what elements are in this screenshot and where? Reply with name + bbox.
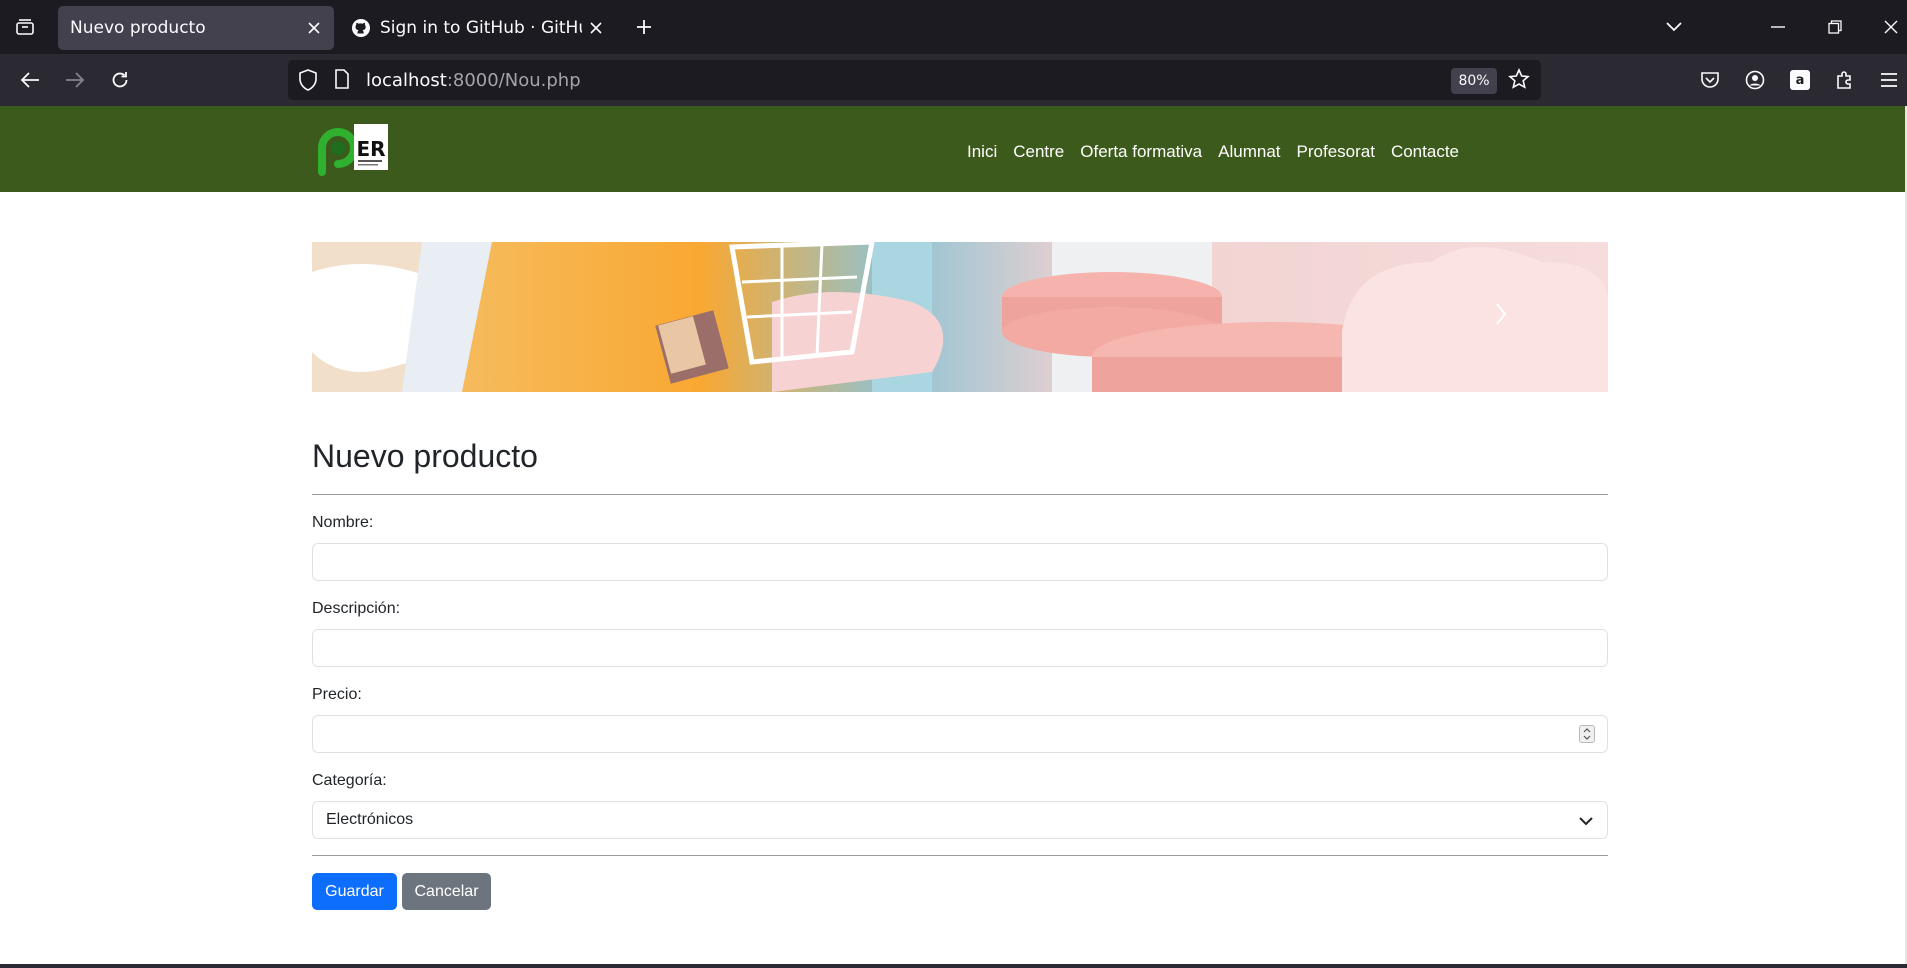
- address-bar[interactable]: localhost:8000/Nou.php 80%: [288, 60, 1541, 100]
- nav-oferta-formativa[interactable]: Oferta formativa: [1080, 142, 1202, 162]
- close-window-icon[interactable]: [1869, 10, 1907, 44]
- zoom-indicator[interactable]: 80%: [1451, 68, 1497, 94]
- minimize-icon[interactable]: [1756, 10, 1800, 44]
- descripcion-input[interactable]: [312, 629, 1608, 667]
- tab-list-icon[interactable]: [8, 11, 42, 43]
- bookmark-star-icon[interactable]: [1508, 68, 1530, 95]
- tab-nuevo-producto[interactable]: Nuevo producto: [58, 6, 334, 50]
- url-text[interactable]: localhost:8000/Nou.php: [366, 70, 581, 91]
- descripcion-label: Descripción:: [312, 600, 401, 617]
- categoria-select[interactable]: Electrónicos: [312, 801, 1608, 839]
- form-divider: [312, 855, 1608, 856]
- logo-text: ER: [356, 137, 385, 161]
- hamburger-menu-icon[interactable]: [1871, 62, 1907, 98]
- nombre-input[interactable]: [312, 543, 1608, 581]
- nav-inici[interactable]: Inici: [967, 142, 997, 162]
- nav-alumnat[interactable]: Alumnat: [1218, 142, 1280, 162]
- precio-input[interactable]: [312, 715, 1608, 753]
- url-path: :8000/Nou.php: [446, 70, 581, 91]
- back-arrow-icon[interactable]: [12, 62, 48, 98]
- tab-title: Nuevo producto: [70, 18, 206, 38]
- site-header: ER Inici Centre Oferta formativa Alumnat…: [0, 106, 1905, 192]
- tab-github[interactable]: Sign in to GitHub · GitHub: [340, 6, 616, 50]
- tab-title: Sign in to GitHub · GitHub: [380, 18, 582, 38]
- nav-centre[interactable]: Centre: [1013, 142, 1064, 162]
- chevron-down-icon: [1579, 813, 1593, 831]
- cancel-button[interactable]: Cancelar: [402, 873, 491, 910]
- window-bottom-edge: [0, 964, 1907, 968]
- close-tab-icon[interactable]: [300, 14, 328, 42]
- amazon-extension-icon[interactable]: a: [1782, 62, 1818, 98]
- url-host: localhost: [366, 70, 447, 91]
- reload-icon[interactable]: [102, 62, 138, 98]
- browser-tab-bar: Nuevo producto Sign in to GitHub · GitHu…: [0, 0, 1907, 54]
- forward-arrow-icon[interactable]: [57, 62, 93, 98]
- number-spinner-icon[interactable]: [1579, 725, 1595, 743]
- banner-image: [312, 242, 1608, 392]
- pocket-icon[interactable]: [1692, 62, 1728, 98]
- precio-label: Precio:: [312, 686, 362, 703]
- site-logo[interactable]: ER: [312, 122, 396, 178]
- main-nav: Inici Centre Oferta formativa Alumnat Pr…: [951, 142, 1459, 162]
- nombre-label: Nombre:: [312, 514, 374, 531]
- list-all-tabs-icon[interactable]: [1652, 10, 1696, 44]
- nav-contacte[interactable]: Contacte: [1391, 142, 1459, 162]
- restore-icon[interactable]: [1813, 10, 1857, 44]
- close-tab-icon[interactable]: [582, 14, 610, 42]
- page-icon[interactable]: [334, 69, 350, 94]
- browser-toolbar: localhost:8000/Nou.php 80% a: [0, 54, 1907, 106]
- categoria-label: Categoría:: [312, 772, 387, 789]
- page-title: Nuevo producto: [312, 438, 538, 474]
- nav-profesorat[interactable]: Profesorat: [1297, 142, 1375, 162]
- carousel-banner: [312, 242, 1608, 392]
- title-divider: [312, 494, 1608, 495]
- extensions-puzzle-icon[interactable]: [1827, 62, 1863, 98]
- new-tab-icon[interactable]: [628, 11, 660, 43]
- account-icon[interactable]: [1737, 62, 1773, 98]
- github-icon: [350, 17, 372, 39]
- svg-text:a: a: [1796, 73, 1805, 88]
- save-button[interactable]: Guardar: [312, 873, 397, 910]
- categoria-selected: Electrónicos: [326, 811, 414, 828]
- shield-icon[interactable]: [298, 69, 318, 96]
